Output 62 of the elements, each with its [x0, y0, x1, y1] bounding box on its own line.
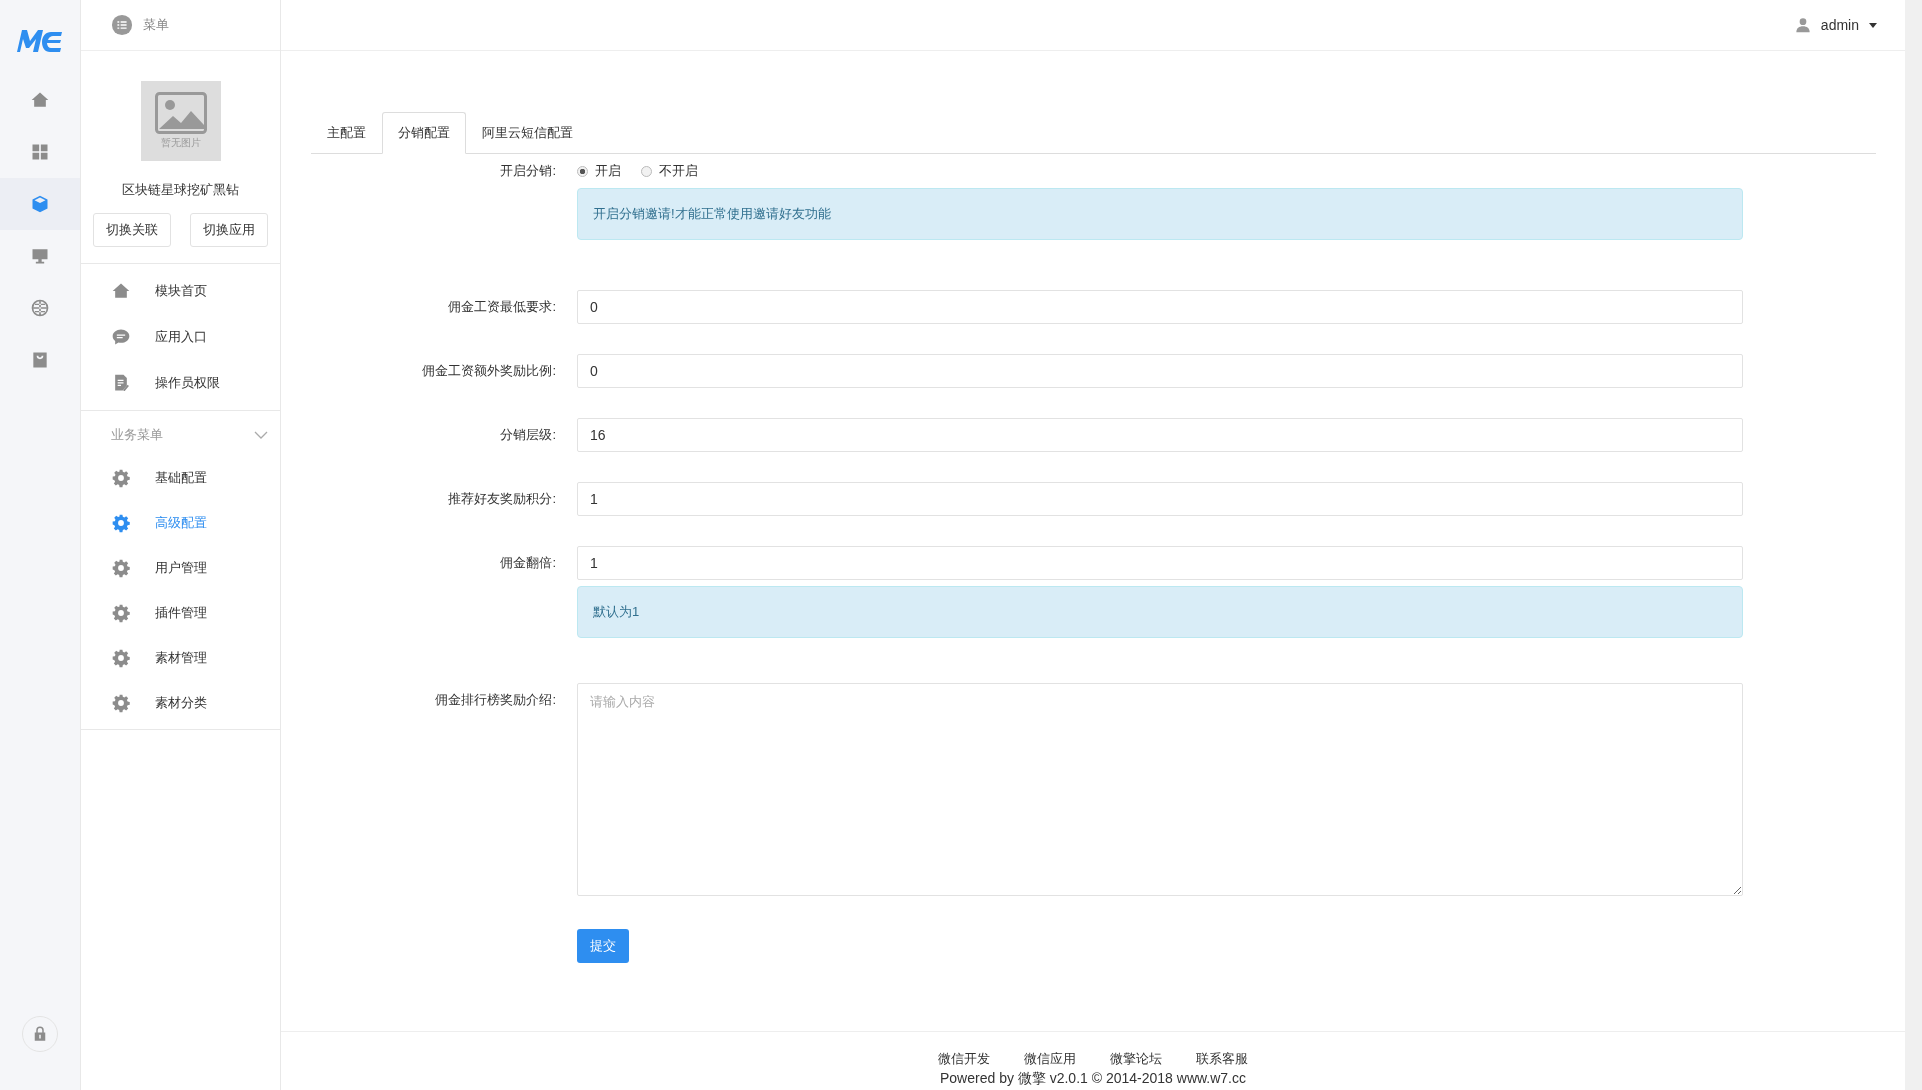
radio-button[interactable] [641, 165, 652, 177]
help-alert: 开启分销邀请!才能正常使用邀请好友功能 [577, 188, 1743, 240]
field-label: 佣金翻倍: [499, 554, 556, 572]
home-icon [30, 90, 50, 110]
field-label: 佣金排行榜奖励介绍: [434, 691, 556, 709]
tab[interactable]: 阿里云短信配置 [466, 112, 589, 154]
radio-option[interactable]: 开启 [577, 162, 621, 180]
radio-option[interactable]: 不开启 [641, 162, 698, 180]
logo-icon [15, 28, 65, 54]
menu-item[interactable]: 高级配置 [81, 500, 280, 545]
list-icon [111, 14, 133, 36]
footer-link[interactable]: 联系客服 [1196, 1050, 1248, 1068]
switch-button[interactable]: 切换应用 [190, 213, 268, 247]
user-menu[interactable]: admin [1794, 17, 1877, 33]
menu-item[interactable]: 模块首页 [81, 268, 280, 314]
field-label: 佣金工资最低要求: [447, 298, 556, 316]
gear-icon [111, 512, 131, 533]
menu-item[interactable]: 操作员权限 [81, 360, 280, 406]
tab[interactable]: 分销配置 [382, 112, 466, 154]
help-alert: 默认为1 [577, 586, 1743, 638]
gear-icon [111, 692, 131, 713]
input-field[interactable]: 16 [577, 418, 1743, 452]
menu-item[interactable]: 素材管理 [81, 635, 280, 680]
footer-link[interactable]: 微信应用 [1024, 1050, 1076, 1068]
menu-item[interactable]: 基础配置 [81, 455, 280, 500]
footer-link[interactable]: 微擎论坛 [1110, 1050, 1162, 1068]
gear-icon [111, 467, 131, 488]
chat-bubble-icon [111, 327, 131, 347]
tab[interactable]: 主配置 [311, 112, 382, 154]
menu-item[interactable]: 应用入口 [81, 314, 280, 360]
text-area[interactable]: 请输入内容 [577, 683, 1743, 896]
picture-icon [154, 92, 207, 134]
user-icon [1794, 17, 1811, 33]
menu-label: 菜单 [143, 16, 169, 34]
input-field[interactable]: 1 [577, 546, 1743, 580]
field-label: 开启分销: [499, 162, 556, 180]
gear-icon [111, 647, 131, 668]
radio-button[interactable] [577, 165, 588, 177]
caret-icon [1869, 22, 1877, 28]
copyright-text: Powered by 微擎 v2.0.1 © 2014-2018 www.w7.cc [940, 1070, 1246, 1088]
chevron-icon [254, 431, 268, 439]
menu-item[interactable]: 用户管理 [81, 545, 280, 590]
gear-icon [111, 557, 131, 578]
menu-item[interactable]: 素材分类 [81, 680, 280, 725]
field-label: 佣金工资额外奖励比例: [421, 362, 556, 380]
rail-button[interactable] [0, 178, 80, 230]
gear-icon [111, 602, 131, 623]
cube-icon [30, 194, 50, 214]
grid-icon [30, 142, 50, 162]
footer-link[interactable]: 微信开发 [938, 1050, 990, 1068]
input-field[interactable]: 0 [577, 354, 1743, 388]
globe-icon [30, 298, 50, 318]
field-label: 推荐好友奖励积分: [447, 490, 556, 508]
home-icon [111, 281, 131, 301]
bag-icon [30, 350, 50, 370]
monitor-icon [30, 246, 50, 266]
module-name: 区块链星球挖矿黑钻 [122, 181, 239, 199]
switch-button[interactable]: 切换关联 [93, 213, 171, 247]
input-field[interactable]: 1 [577, 482, 1743, 516]
menu-item[interactable]: 插件管理 [81, 590, 280, 635]
field-label: 分销层级: [499, 426, 556, 444]
input-field[interactable]: 0 [577, 290, 1743, 324]
